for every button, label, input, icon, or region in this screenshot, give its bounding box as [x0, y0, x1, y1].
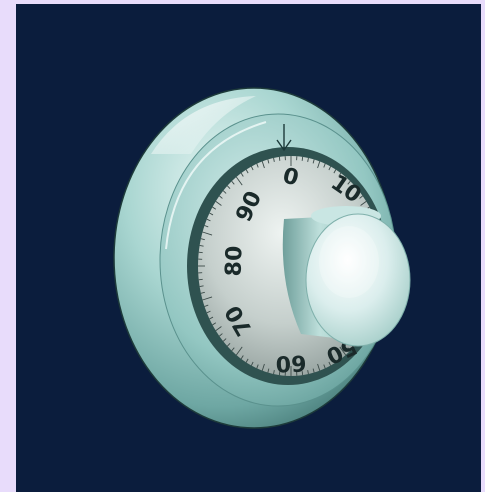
tick-mark	[198, 278, 203, 281]
dark-panel: 0 10 90 80 70 60 50	[16, 4, 481, 492]
tick-mark	[301, 156, 304, 161]
tick-mark	[198, 251, 203, 254]
dial-illustration: 0 10 90 80 70 60 50	[113, 87, 411, 429]
tick-mark	[278, 156, 281, 161]
dial-number: 80	[221, 245, 247, 276]
dial-number: 60	[275, 349, 306, 375]
